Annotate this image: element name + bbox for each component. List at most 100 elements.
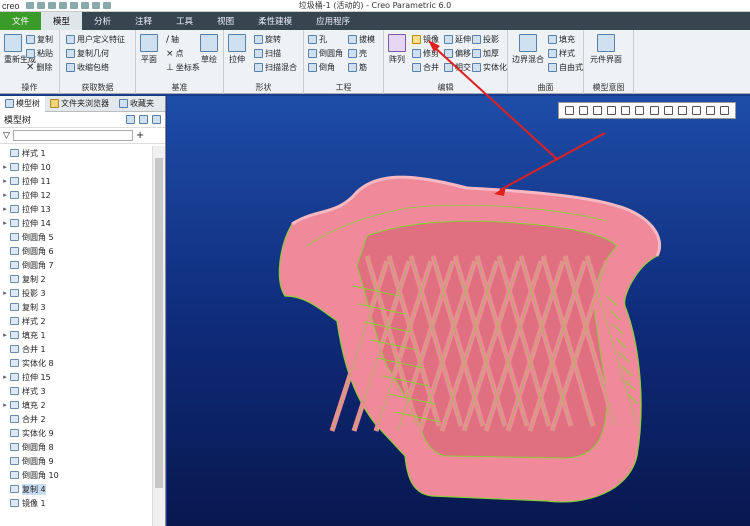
csys-button[interactable]: ⊥ 坐标系 [166, 62, 200, 73]
trash-bin-model[interactable] [167, 96, 750, 526]
tab-folder-browser[interactable]: 文件夹浏览器 [45, 96, 114, 112]
tree-settings-icon[interactable] [126, 115, 135, 124]
tree-item[interactable]: 实体化 9 [0, 426, 152, 440]
expand-arrow-icon[interactable]: ▸ [0, 289, 10, 297]
tab-annotate[interactable]: 注释 [123, 12, 164, 30]
tab-applications[interactable]: 应用程序 [304, 12, 362, 30]
tree-item[interactable]: 合并 1 [0, 342, 152, 356]
tree-search-input[interactable] [12, 130, 133, 141]
expand-arrow-icon[interactable]: ▸ [0, 177, 10, 185]
expand-arrow-icon[interactable]: ▸ [0, 331, 10, 339]
thicken-button[interactable]: 加厚 [472, 48, 499, 59]
intersect-button[interactable]: 相交 [444, 62, 471, 73]
paste-button[interactable]: 粘贴 [26, 48, 53, 59]
tree-columns-icon[interactable] [139, 115, 148, 124]
boundary-blend-button[interactable]: 边界混合 [512, 34, 544, 65]
tree-item[interactable]: 复制 2 [0, 272, 152, 286]
delete-button[interactable]: ✕ 删除 [26, 62, 52, 73]
close-window-icon[interactable] [102, 2, 111, 9]
fill-button[interactable]: 填充 [548, 34, 575, 45]
tab-file[interactable]: 文件 [0, 12, 42, 30]
copy-geometry-button[interactable]: 复制几何 [66, 48, 109, 59]
sketch-button[interactable]: 草绘 [200, 34, 218, 65]
tab-model-tree[interactable]: 模型树 [0, 95, 45, 112]
tree-item[interactable]: ▸ 拉伸 12 [0, 188, 152, 202]
offset-button[interactable]: 偏移 [444, 48, 471, 59]
window-icon[interactable] [91, 2, 100, 9]
expand-arrow-icon[interactable]: ▸ [0, 373, 10, 381]
tree-item[interactable]: 样式 1 [0, 146, 152, 160]
revolve-button[interactable]: 旋转 [254, 34, 281, 45]
chamfer-button[interactable]: 倒角 [308, 62, 335, 73]
hole-button[interactable]: 孔 [308, 34, 327, 45]
tree-item[interactable]: 倒圆角 6 [0, 244, 152, 258]
solidify-button[interactable]: 实体化 [472, 62, 507, 73]
udf-button[interactable]: 用户定义特征 [66, 34, 125, 45]
expand-arrow-icon[interactable]: ▸ [0, 219, 10, 227]
tab-tools[interactable]: 工具 [164, 12, 205, 30]
tab-favorites[interactable]: 收藏夹 [114, 96, 159, 112]
expand-arrow-icon[interactable]: ▸ [0, 401, 10, 409]
trim-button[interactable]: 修剪 [412, 48, 439, 59]
new-icon[interactable] [25, 2, 34, 9]
tree-item[interactable]: 样式 3 [0, 384, 152, 398]
tree-item[interactable]: ▸ 拉伸 10 [0, 160, 152, 174]
extrude-button[interactable]: 拉伸 [228, 34, 246, 65]
swept-blend-button[interactable]: 扫描混合 [254, 62, 297, 73]
project-button[interactable]: 投影 [472, 34, 499, 45]
filter-icon[interactable]: ▽ [3, 131, 10, 141]
undo-icon[interactable] [58, 2, 67, 9]
shell-button[interactable]: 壳 [348, 48, 367, 59]
tree-item[interactable]: 样式 2 [0, 314, 152, 328]
tree-item[interactable]: ▸ 拉伸 11 [0, 174, 152, 188]
tree-item[interactable]: 复制 3 [0, 300, 152, 314]
shrinkwrap-button[interactable]: 收缩包络 [66, 62, 109, 73]
tree-item[interactable]: ▸ 填充 1 [0, 328, 152, 342]
tree-item[interactable]: 镜像 1 [0, 496, 152, 510]
expand-arrow-icon[interactable]: ▸ [0, 191, 10, 199]
tree-item[interactable]: 合并 2 [0, 412, 152, 426]
redo-icon[interactable] [69, 2, 78, 9]
tree-item[interactable]: 倒圆角 9 [0, 454, 152, 468]
tree-scrollbar[interactable] [152, 146, 165, 526]
tree-item[interactable]: 倒圆角 8 [0, 440, 152, 454]
tree-item[interactable]: ▸ 投影 3 [0, 286, 152, 300]
scrollbar-thumb[interactable] [155, 158, 163, 488]
tree-item[interactable]: ▸ 填充 2 [0, 398, 152, 412]
rib-button[interactable]: 筋 [348, 62, 367, 73]
tree-filter-icon[interactable] [152, 115, 161, 124]
component-interface-button[interactable]: 元件界面 [590, 34, 622, 65]
save-icon[interactable] [47, 2, 56, 9]
tab-model[interactable]: 模型 [41, 12, 83, 30]
round-button[interactable]: 倒圆角 [308, 48, 343, 59]
tab-view[interactable]: 视图 [205, 12, 246, 30]
open-icon[interactable] [36, 2, 45, 9]
merge-button[interactable]: 合并 [412, 62, 439, 73]
tree-item[interactable]: 倒圆角 10 [0, 468, 152, 482]
style-button[interactable]: 样式 [548, 48, 575, 59]
expand-arrow-icon[interactable]: ▸ [0, 205, 10, 213]
tab-analysis[interactable]: 分析 [82, 12, 123, 30]
tree-item[interactable]: 实体化 8 [0, 356, 152, 370]
tree-item[interactable]: 复制 4 [0, 482, 152, 496]
tree-item[interactable]: 倒圆角 7 [0, 258, 152, 272]
tree-item[interactable]: 倒圆角 5 [0, 230, 152, 244]
tree-item[interactable]: ▸ 拉伸 15 [0, 370, 152, 384]
mirror-button[interactable]: 镜像 [412, 34, 439, 45]
pattern-button[interactable]: 阵列 [388, 34, 406, 65]
tree-item[interactable]: ▸ 拉伸 13 [0, 202, 152, 216]
point-button[interactable]: × 点 [166, 48, 184, 59]
sweep-button[interactable]: 扫描 [254, 48, 281, 59]
tab-flexible-modeling[interactable]: 柔性建模 [246, 12, 304, 30]
regenerate-icon[interactable] [80, 2, 89, 9]
expand-arrow-icon[interactable]: ▸ [0, 163, 10, 171]
extend-button[interactable]: 延伸 [444, 34, 471, 45]
tree-item[interactable]: ▸ 拉伸 14 [0, 216, 152, 230]
graphics-viewport[interactable] [167, 96, 750, 526]
freestyle-button[interactable]: 自由式 [548, 62, 583, 73]
axis-button[interactable]: / 轴 [166, 34, 179, 45]
copy-button[interactable]: 复制 [26, 34, 53, 45]
draft-button[interactable]: 拔模 [348, 34, 375, 45]
plane-button[interactable]: 平面 [140, 34, 158, 65]
add-icon[interactable]: + [136, 130, 144, 141]
